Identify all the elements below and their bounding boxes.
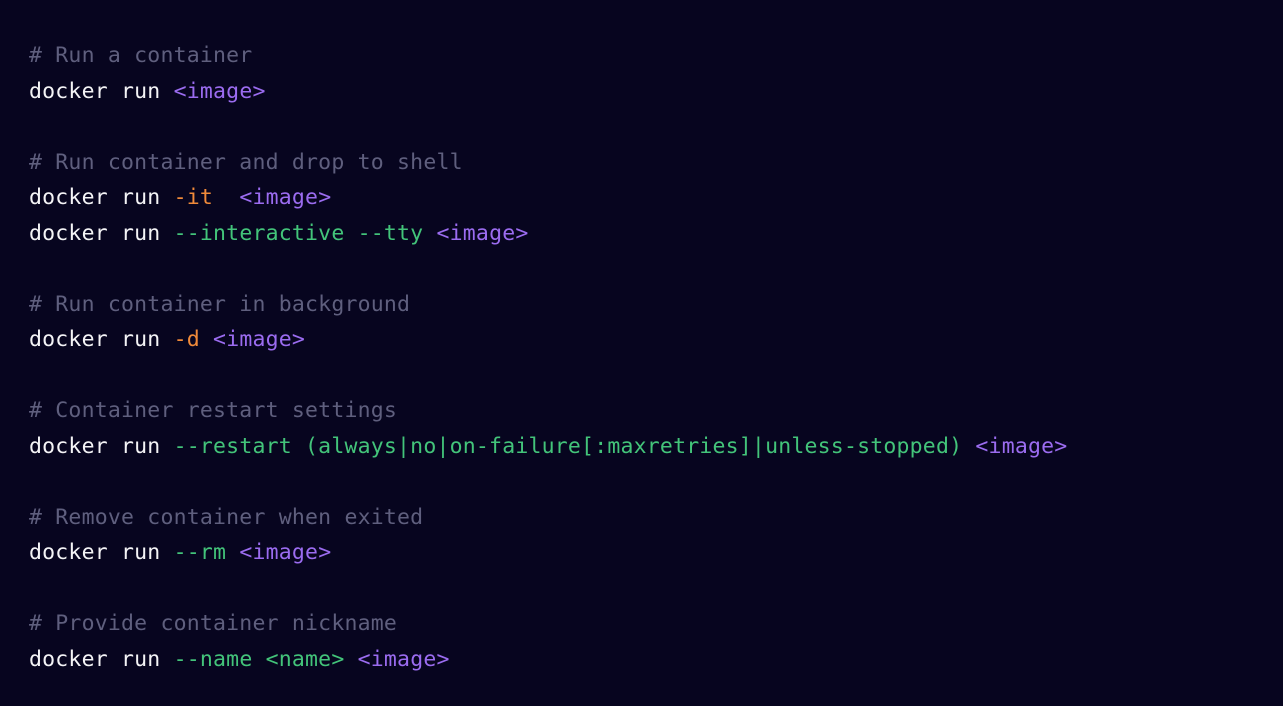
code-token-flag-long: --interactive --tty [173, 220, 424, 246]
code-command-line: docker run --restart (always|no|on-failu… [29, 429, 1249, 465]
code-panel: # Run a container docker run <image> # Run… [29, 38, 1249, 678]
code-token-arg: <image> [975, 433, 1068, 459]
code-token-plain: docker run [29, 433, 174, 459]
code-token-arg: <image> [239, 185, 332, 210]
code-token-flag-short: -it [173, 185, 214, 210]
code-token-arg: <image> [436, 220, 529, 246]
code-token-arg: <image> [239, 540, 332, 565]
code-token-flag-long: --restart (always|no|on-failure[:maxretr… [173, 433, 963, 459]
code-comment: # Run a container [29, 43, 253, 68]
code-command-line: docker run <image> [29, 74, 1249, 110]
code-comment: # Run container and drop to shell [29, 149, 463, 175]
code-token-plain: docker run [29, 327, 174, 352]
code-command-line: docker run -d <image> [29, 322, 1249, 358]
code-command-line: docker run --interactive --tty <image> [29, 216, 1249, 252]
code-token-plain: docker run [29, 540, 174, 565]
code-token-plain: docker run [29, 646, 174, 672]
code-token-arg: <image> [173, 78, 266, 104]
code-token-flag-short: -d [173, 327, 200, 352]
code-token-flag-long: --rm [173, 540, 227, 565]
code-token-arg: <image> [357, 646, 450, 672]
code-token-plain: docker run [29, 78, 174, 104]
code-token-flag-long: --name <name> [173, 646, 345, 672]
code-comment: # Container restart settings [29, 398, 398, 423]
code-token-plain: docker run [29, 185, 174, 210]
code-comment: # Run container in background [29, 291, 411, 317]
code-comment: # Provide container nickname [29, 611, 398, 636]
code-command-line: docker run -it <image> [29, 180, 1249, 216]
code-token-arg: <image> [213, 327, 306, 352]
code-command-line: docker run --rm <image> [29, 535, 1249, 571]
code-command-line: docker run --name <name> <image> [29, 642, 1249, 678]
code-token-plain: docker run [29, 220, 174, 246]
code-comment: # Remove container when exited [29, 504, 424, 530]
